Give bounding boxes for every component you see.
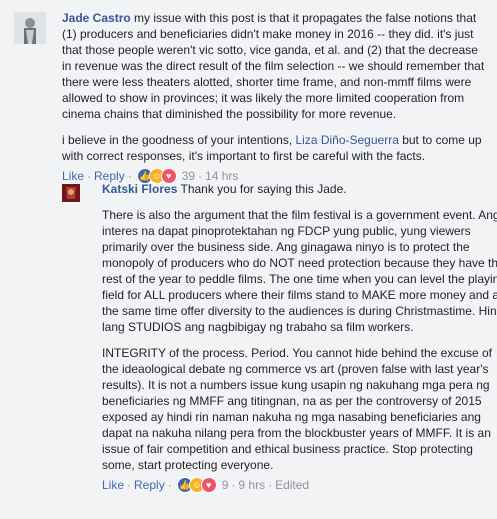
comment-text-para2: INTEGRITY of the process. Period. You ca… [102, 346, 493, 472]
timestamp[interactable]: 9 hrs [238, 477, 265, 493]
author-name[interactable]: Katski Flores [102, 182, 177, 196]
reply-katski-flores: Katski Flores Thank you for saying this … [62, 181, 497, 493]
separator: · [167, 478, 172, 492]
comment-text-p2: i believe in the goodness of your intent… [62, 132, 489, 164]
comment-lead: Thank you for saying this Jade. [180, 182, 347, 196]
avatar[interactable] [14, 12, 46, 44]
mention-link[interactable]: Liza Diño-Seguerra [295, 133, 398, 147]
comment-text: Katski Flores Thank you for saying this … [102, 181, 497, 197]
edited-label[interactable]: Edited [275, 477, 309, 493]
text-before-mention: i believe in the goodness of your intent… [62, 133, 296, 147]
reply-link[interactable]: Reply [134, 477, 165, 493]
comment-actions: Like · Reply · 👍 ☺ ♥ 9 · 9 hrs · Edited [102, 477, 497, 493]
comment-text-p1: my issue with this post is that it propa… [62, 11, 485, 121]
comment-body: Katski Flores Thank you for saying this … [90, 181, 497, 493]
separator: · [127, 478, 132, 492]
like-link[interactable]: Like [102, 477, 124, 493]
reaction-count[interactable]: 9 [222, 477, 229, 493]
separator: · [231, 478, 236, 492]
separator: · [268, 478, 273, 492]
avatar[interactable] [62, 184, 80, 202]
comment-text: Jade Castro my issue with this post is t… [62, 10, 489, 122]
author-name[interactable]: Jade Castro [62, 11, 131, 25]
love-reaction-icon: ♥ [200, 477, 217, 493]
comment-text-para1: There is also the argument that the film… [102, 208, 497, 334]
comment-body: Jade Castro my issue with this post is t… [62, 10, 489, 184]
comment-jade-castro: Jade Castro my issue with this post is t… [0, 0, 497, 184]
reactions[interactable]: 👍 ☺ ♥ [176, 477, 217, 493]
